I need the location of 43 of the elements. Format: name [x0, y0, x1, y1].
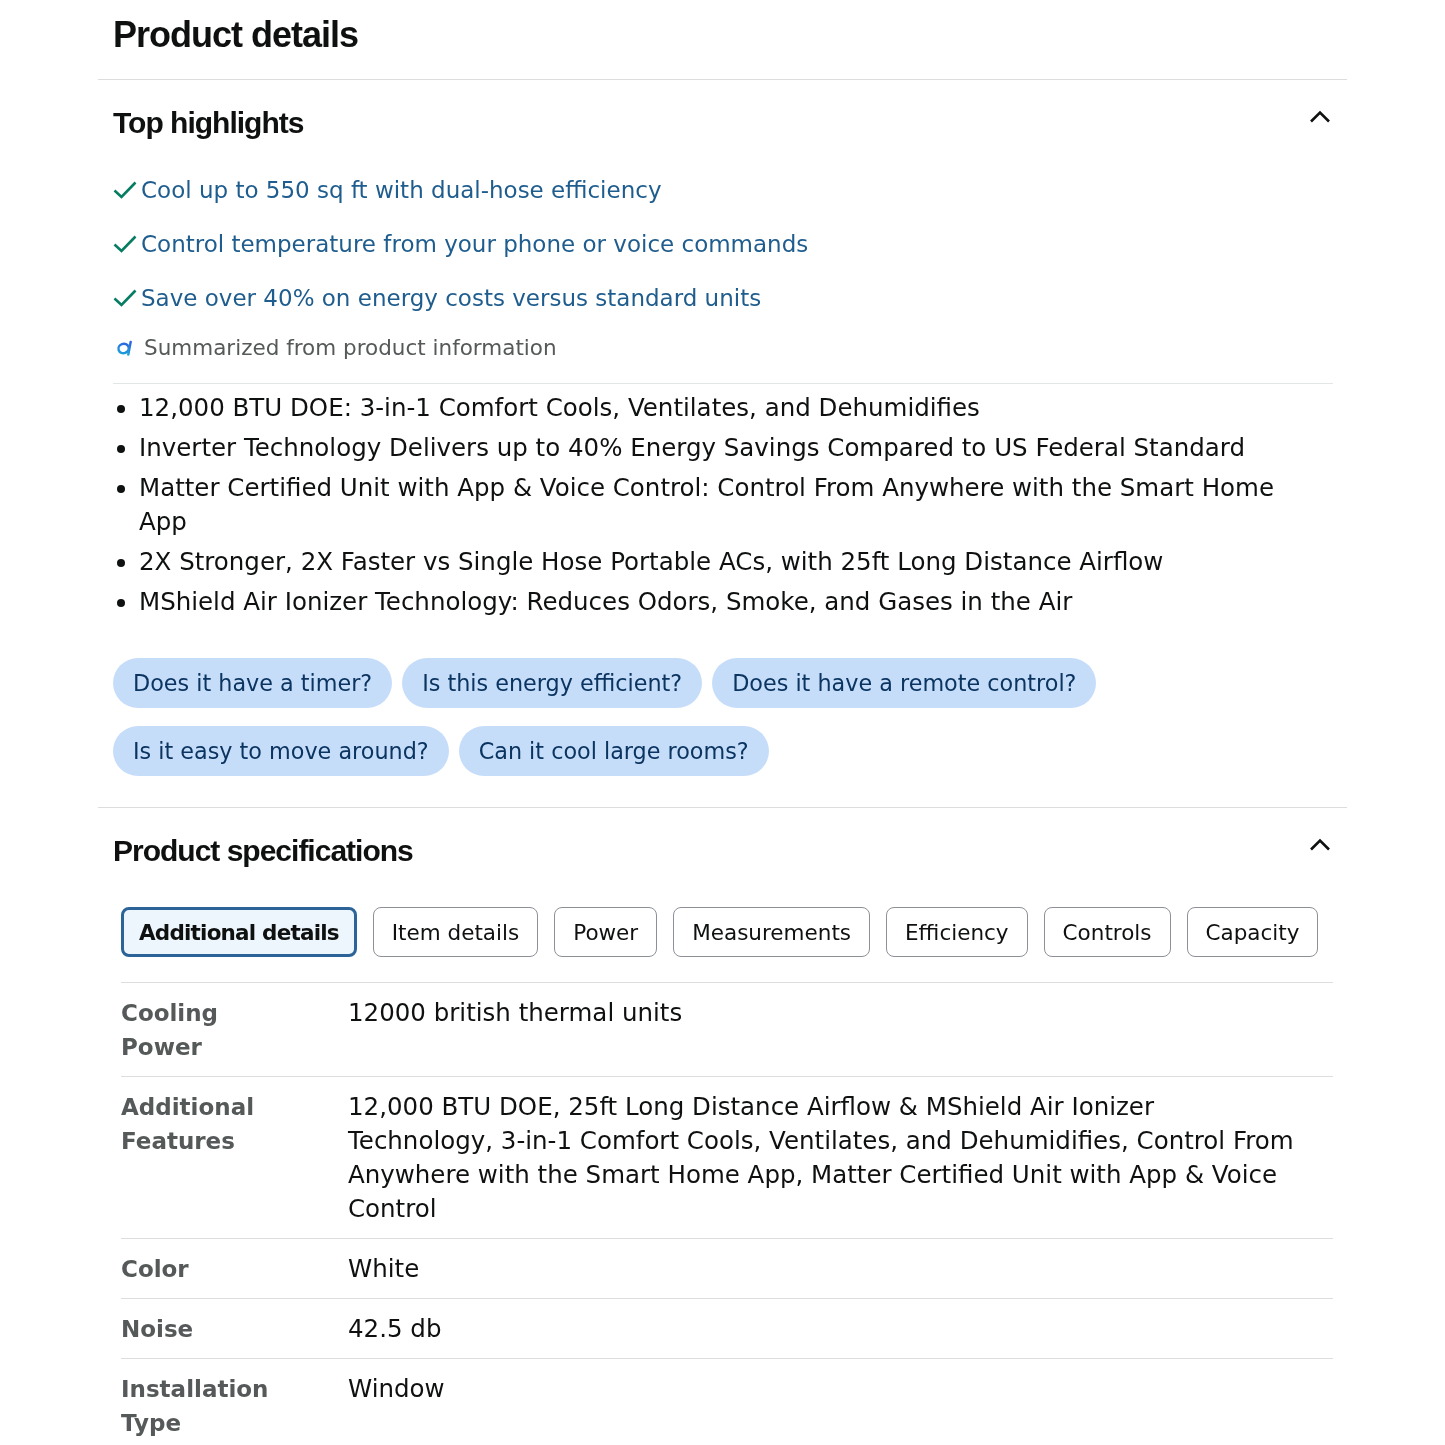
feature-bullet: Inverter Technology Delivers up to 40% Energy Savings Compared to US Federal Standard	[139, 432, 1245, 464]
question-chip[interactable]: Does it have a remote control?	[712, 658, 1097, 708]
section-title: Top highlights	[113, 105, 304, 141]
spec-label: Installation Type	[121, 1375, 270, 1438]
spec-tab[interactable]: Measurements	[673, 907, 870, 957]
checkmark-icon	[113, 289, 137, 307]
question-chip[interactable]: Is this energy efficient?	[402, 658, 703, 708]
feature-bullet: 2X Stronger, 2X Faster vs Single Hose Portable ACs, with 25ft Long Distance Airflow	[139, 546, 1164, 578]
spec-label: Cooling Power	[121, 999, 220, 1062]
spec-label: Color	[121, 1255, 190, 1284]
spec-tab[interactable]: Item details	[372, 907, 539, 957]
spec-tab[interactable]: Efficiency	[886, 907, 1028, 957]
checkmark-icon	[113, 235, 137, 253]
spec-tab[interactable]: Capacity	[1186, 907, 1319, 957]
section-title: Product specifications	[113, 833, 413, 869]
question-chip[interactable]: Can it cool large rooms?	[458, 726, 769, 776]
question-chip[interactable]: Is it easy to move around?	[113, 726, 449, 776]
feature-bullet: 12,000 BTU DOE: 3-in-1 Comfort Cools, Ventilates, and Dehumidifies	[139, 392, 980, 424]
page-title: Product details	[113, 13, 359, 57]
bullet-dot-icon	[117, 405, 125, 413]
spec-value: 12,000 BTU DOE, 25ft Long Distance Airflow & MShield Air Ionizer Technology, 3-in-1 Comfort Cools, Ventilates, and Dehumidifies, Control From Anywhere with the Smart Home App, Matter Certified Unit with App & Voice Control	[348, 1091, 1295, 1225]
spec-value: Window	[348, 1373, 446, 1405]
spec-tab[interactable]: Power	[554, 907, 658, 957]
bullet-dot-icon	[117, 445, 125, 453]
summary-note: Summarized from product information	[144, 334, 557, 362]
bullet-dot-icon	[117, 485, 125, 493]
spec-value: White	[348, 1253, 421, 1285]
question-chip[interactable]: Does it have a timer?	[113, 658, 393, 708]
feature-bullet: MShield Air Ionizer Technology: Reduces Odors, Smoke, and Gases in the Air	[139, 586, 1073, 618]
spec-tab[interactable]: Controls	[1043, 907, 1171, 957]
spec-value: 12000 british thermal units	[348, 997, 684, 1029]
highlight-text: Cool up to 550 sq ft with dual-hose efficiency	[141, 176, 662, 205]
highlight-text: Save over 40% on energy costs versus standard units	[141, 284, 762, 313]
highlight-text: Control temperature from your phone or voice commands	[141, 230, 809, 259]
bullet-dot-icon	[117, 599, 125, 607]
bullet-dot-icon	[117, 559, 125, 567]
checkmark-icon	[113, 181, 137, 199]
spec-label: Additional Features	[121, 1093, 256, 1156]
spec-tab[interactable]: Additional details	[121, 907, 357, 957]
ai-icon	[116, 340, 134, 356]
feature-bullet: Matter Certified Unit with App & Voice Control: Control From Anywhere with the Smart Home App	[139, 472, 1276, 538]
spec-value: 42.5 db	[348, 1313, 443, 1345]
spec-label: Noise	[121, 1315, 195, 1344]
